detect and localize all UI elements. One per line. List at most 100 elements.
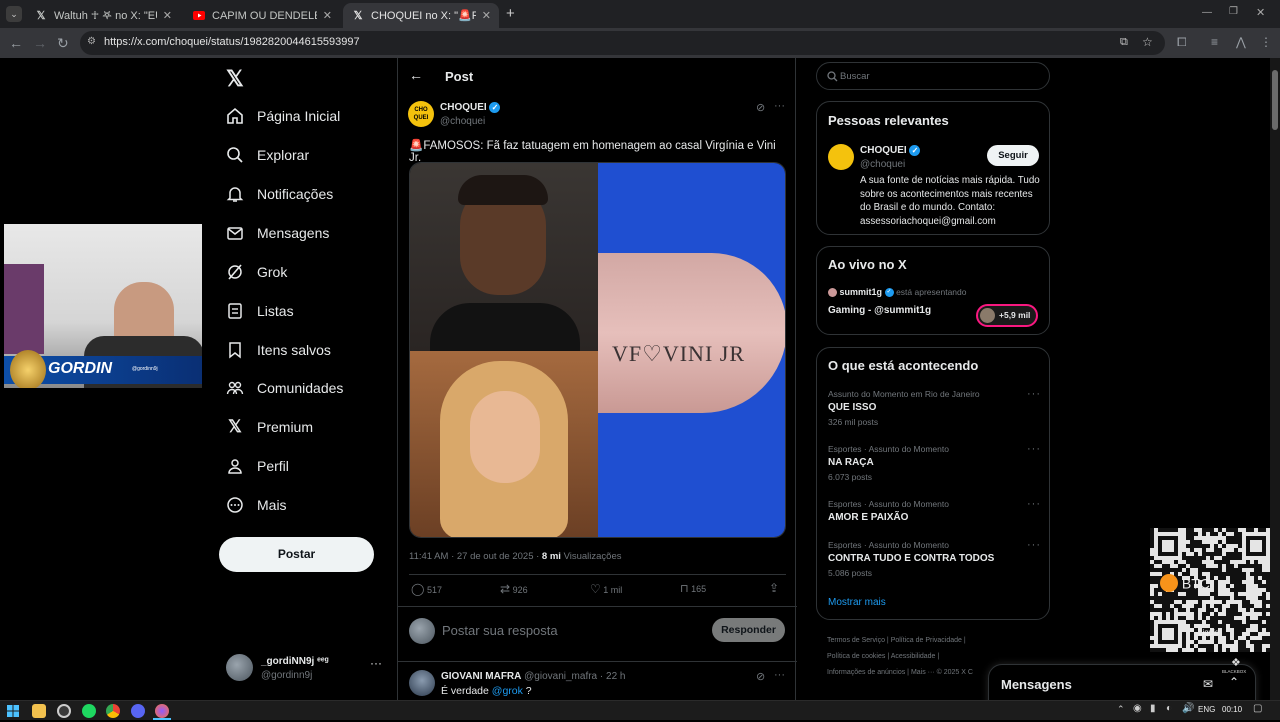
sidebar-item-communities[interactable]: Comunidades bbox=[226, 372, 343, 404]
author-name-row[interactable]: CHOQUEI ✓ bbox=[440, 102, 501, 113]
trend-name[interactable]: QUE ISSO bbox=[828, 402, 876, 413]
post-image[interactable]: VF♡VINI JR bbox=[409, 162, 786, 538]
install-icon[interactable]: ⧉ bbox=[1120, 36, 1128, 49]
chrome-icon[interactable] bbox=[106, 704, 120, 718]
tab-search-button[interactable]: ⌄ bbox=[6, 6, 22, 22]
reply-more-icon[interactable]: ··· bbox=[774, 669, 785, 681]
new-tab-button[interactable]: + bbox=[506, 5, 515, 22]
tray-chevron-icon[interactable]: ⌃ bbox=[1117, 704, 1125, 715]
back-icon[interactable]: ← bbox=[9, 35, 23, 51]
new-message-icon[interactable]: ✉ bbox=[1203, 677, 1213, 691]
language-indicator[interactable]: ENG bbox=[1198, 705, 1215, 714]
sidebar-item-messages[interactable]: Mensagens bbox=[226, 217, 329, 249]
qr-module bbox=[1218, 592, 1222, 596]
minimize-icon[interactable]: — bbox=[1202, 7, 1212, 18]
share-icon[interactable]: ⇪ bbox=[769, 581, 779, 595]
sidebar-item-explore[interactable]: Explorar bbox=[226, 139, 309, 171]
tray-icon[interactable]: ◉ bbox=[1133, 703, 1142, 714]
star-icon[interactable]: ☆ bbox=[1142, 35, 1153, 49]
menu-icon[interactable]: ⋮ bbox=[1260, 35, 1272, 49]
close-tab-icon[interactable]: ✕ bbox=[323, 9, 332, 22]
live-stream-title[interactable]: Gaming - @summit1g bbox=[828, 305, 931, 316]
grok-icon[interactable]: ⊘ bbox=[756, 670, 765, 683]
close-tab-icon[interactable]: ✕ bbox=[163, 9, 172, 22]
close-tab-icon[interactable]: ✕ bbox=[482, 9, 491, 22]
discord-icon[interactable] bbox=[131, 704, 145, 718]
tray-icon[interactable]: ◐ bbox=[1166, 703, 1172, 714]
mention-link[interactable]: @grok bbox=[492, 685, 523, 697]
page-scrollbar[interactable] bbox=[1270, 58, 1280, 700]
volume-icon[interactable]: 🔊 bbox=[1182, 703, 1194, 714]
trend-more-icon[interactable]: ··· bbox=[1027, 443, 1041, 455]
back-arrow-icon[interactable]: ← bbox=[409, 67, 423, 83]
clock[interactable]: 00:10 bbox=[1222, 705, 1242, 714]
search-input[interactable]: Buscar bbox=[816, 62, 1050, 90]
sidebar-item-grok[interactable]: Grok bbox=[226, 256, 287, 288]
trend-more-icon[interactable]: ··· bbox=[1027, 539, 1041, 551]
reply-button[interactable]: Responder bbox=[712, 618, 785, 642]
post-button[interactable]: Postar bbox=[219, 537, 374, 572]
firefox-icon[interactable] bbox=[155, 704, 169, 718]
reload-icon[interactable]: ↻ bbox=[57, 35, 69, 52]
bookmark-action[interactable]: ⊓ 165 bbox=[680, 582, 706, 595]
media-icon[interactable]: ≡ bbox=[1211, 35, 1218, 49]
sidebar-item-label: Itens salvos bbox=[257, 342, 331, 358]
repost-action[interactable]: ⇄ 926 bbox=[500, 582, 528, 596]
footer-link[interactable]: Política de Privacidade bbox=[891, 637, 962, 644]
footer-link[interactable]: Acessibilidade bbox=[891, 653, 936, 660]
footer-link[interactable]: Mais ··· bbox=[911, 669, 935, 676]
tab-2[interactable]: CAPIM OU DENDELE PODEM TE ✕ bbox=[184, 3, 340, 28]
profile-icon[interactable]: ⋀ bbox=[1236, 35, 1246, 49]
x-logo-icon[interactable]: 𝕏 bbox=[226, 66, 244, 92]
footer-link[interactable]: Informações de anúncios bbox=[827, 669, 905, 676]
reply-tweet[interactable]: GIOVANI MAFRA @giovani_mafra · 22 h ⊘ ··… bbox=[398, 662, 797, 700]
post-more-icon[interactable]: ··· bbox=[774, 100, 785, 112]
relevant-avatar[interactable] bbox=[828, 144, 854, 170]
sidebar-item-home[interactable]: Página Inicial bbox=[226, 100, 340, 132]
live-user-row[interactable]: summit1g ✓ está apresentando bbox=[828, 287, 966, 298]
restore-icon[interactable]: ❐ bbox=[1229, 6, 1238, 17]
scrollbar-thumb[interactable] bbox=[1272, 70, 1278, 130]
reply-input[interactable]: Postar sua resposta bbox=[442, 623, 558, 638]
show-more-link[interactable]: Mostrar mais bbox=[828, 597, 886, 608]
account-more-icon[interactable]: ··· bbox=[370, 656, 382, 670]
file-explorer-icon[interactable] bbox=[32, 704, 46, 718]
like-action[interactable]: ♡ 1 mil bbox=[590, 582, 622, 596]
sidebar-item-profile[interactable]: Perfil bbox=[226, 450, 289, 482]
trend-name[interactable]: AMOR E PAIXÃO bbox=[828, 512, 908, 523]
site-info-icon[interactable]: ⚙ bbox=[87, 36, 96, 47]
sidebar-item-more[interactable]: Mais bbox=[226, 489, 287, 521]
url-field[interactable]: ⚙ https://x.com/choquei/status/198282004… bbox=[80, 31, 1165, 55]
qr-module bbox=[1258, 576, 1262, 580]
sidebar-item-bookmarks[interactable]: Itens salvos bbox=[226, 334, 331, 366]
footer-link[interactable]: Política de cookies bbox=[827, 653, 885, 660]
sidebar-item-premium[interactable]: 𝕏 Premium bbox=[226, 411, 313, 443]
author-avatar[interactable]: CHO QUEI bbox=[408, 101, 434, 127]
sidebar-item-lists[interactable]: Listas bbox=[226, 295, 294, 327]
sidebar-item-notifications[interactable]: Notificações bbox=[226, 178, 333, 210]
qr-module bbox=[1242, 616, 1246, 620]
messages-drawer[interactable]: Mensagens ✉ ⌃ bbox=[988, 664, 1256, 700]
windows-start-icon[interactable] bbox=[7, 704, 19, 717]
follow-button[interactable]: Seguir bbox=[987, 145, 1039, 166]
spotify-icon[interactable] bbox=[82, 704, 96, 718]
trend-more-icon[interactable]: ··· bbox=[1027, 388, 1041, 400]
forward-icon[interactable]: → bbox=[33, 35, 47, 51]
tab-1[interactable]: 𝕏 Waltuh ☥ 𖤐 no X: "EU AMALDIÇ ✕ bbox=[26, 3, 180, 28]
obs-icon[interactable] bbox=[57, 704, 71, 718]
extensions-icon[interactable]: ⧠ bbox=[1177, 35, 1187, 50]
footer-link[interactable]: Termos de Serviço bbox=[827, 637, 885, 644]
trend-name[interactable]: NA RAÇA bbox=[828, 457, 874, 468]
close-window-icon[interactable]: ✕ bbox=[1256, 6, 1265, 19]
tab-3-active[interactable]: 𝕏 CHOQUEI no X: "🚨FAMOSOS: ✕ bbox=[343, 3, 499, 28]
notifications-icon[interactable]: ▢ bbox=[1253, 703, 1262, 714]
author-handle[interactable]: @choquei bbox=[440, 116, 485, 127]
reply-action[interactable]: ◯ 517 bbox=[411, 582, 442, 596]
account-switcher[interactable]: _gordiNN9j ᵉᵉᵍ @gordinn9j ··· bbox=[226, 654, 386, 684]
live-listeners-badge[interactable]: +5,9 mil bbox=[976, 304, 1038, 327]
tray-icon[interactable]: ▮ bbox=[1150, 703, 1156, 714]
relevant-name-row[interactable]: CHOQUEI ✓ bbox=[860, 145, 921, 156]
trend-name[interactable]: CONTRA TUDO E CONTRA TODOS bbox=[828, 553, 994, 564]
trend-more-icon[interactable]: ··· bbox=[1027, 498, 1041, 510]
grok-icon[interactable]: ⊘ bbox=[756, 101, 765, 114]
